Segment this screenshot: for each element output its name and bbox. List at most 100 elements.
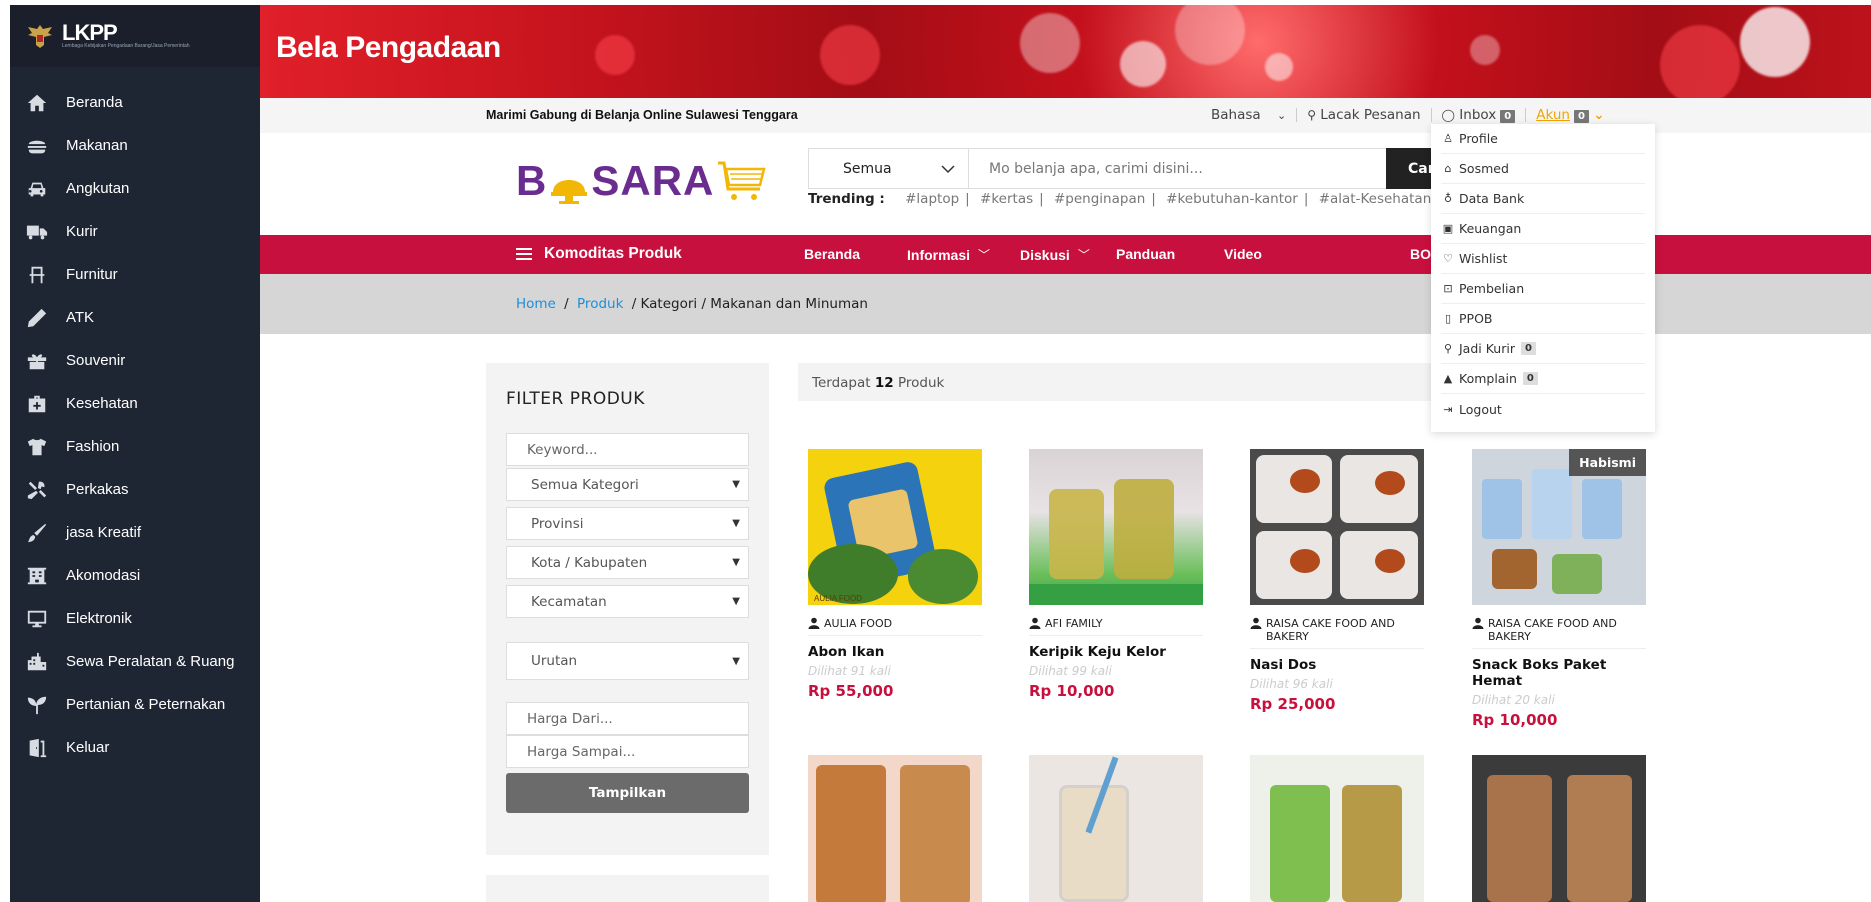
product-card[interactable]: AFI FAMILY Keripik Keju Kelor Dilihat 99… bbox=[1029, 449, 1203, 700]
brand-lk: LK bbox=[62, 20, 90, 45]
trending-tag[interactable]: #kebutuhan-kantor bbox=[1166, 191, 1298, 207]
kategori-select[interactable]: Semua Kategori ▼ bbox=[506, 468, 749, 501]
nav-diskusi[interactable]: Diskusi ﹀ bbox=[1020, 246, 1090, 263]
komoditas-menu-button[interactable]: Komoditas Produk bbox=[516, 245, 682, 263]
product-image[interactable]: AULIA FOOD bbox=[808, 449, 982, 605]
product-image[interactable] bbox=[1250, 449, 1424, 605]
sidebar-item-kesehatan[interactable]: Kesehatan bbox=[10, 382, 260, 425]
product-name[interactable]: Nasi Dos bbox=[1250, 657, 1424, 673]
sidebar-item-atk[interactable]: ATK bbox=[10, 296, 260, 339]
lkpp-logo[interactable]: LKPP Lembaga Kebijakan Pengadaan Barang/… bbox=[10, 5, 260, 67]
nav-video[interactable]: Video bbox=[1224, 246, 1262, 262]
product-card[interactable]: RAISA CAKE FOOD AND BAKERY Nasi Dos Dili… bbox=[1250, 449, 1424, 713]
brush-icon bbox=[24, 522, 50, 544]
product-card[interactable]: AULIA FOOD AULIA FOOD Abon Ikan Dilihat … bbox=[808, 449, 982, 700]
product-card[interactable] bbox=[1029, 755, 1203, 902]
seller-name[interactable]: RAISA CAKE FOOD AND BAKERY bbox=[1472, 617, 1646, 649]
gift-icon bbox=[24, 350, 50, 372]
product-card[interactable] bbox=[808, 755, 982, 902]
product-name[interactable]: Abon Ikan bbox=[808, 644, 982, 660]
menu-label: Logout bbox=[1459, 401, 1502, 417]
logo-text-sara: SARA bbox=[591, 157, 715, 204]
menu-item-profile[interactable]: ♙ Profile bbox=[1441, 124, 1645, 154]
nav-panduan[interactable]: Panduan bbox=[1116, 246, 1175, 262]
product-name[interactable]: Keripik Keju Kelor bbox=[1029, 644, 1203, 660]
sidebar-item-elektronik[interactable]: Elektronik bbox=[10, 597, 260, 640]
nav-beranda[interactable]: Beranda bbox=[804, 246, 860, 262]
product-card[interactable] bbox=[1250, 755, 1424, 902]
product-image[interactable] bbox=[1250, 755, 1424, 902]
search-input[interactable]: Mo belanja apa, carimi disini... bbox=[968, 148, 1386, 189]
seller-name[interactable]: RAISA CAKE FOOD AND BAKERY bbox=[1250, 617, 1424, 649]
shopping-cart-icon bbox=[718, 161, 766, 200]
tshirt-icon bbox=[24, 436, 50, 458]
breadcrumb-home[interactable]: Home bbox=[516, 296, 556, 312]
provinsi-select[interactable]: Provinsi ▼ bbox=[506, 507, 749, 540]
tampilkan-button[interactable]: Tampilkan bbox=[506, 773, 749, 813]
urutan-select[interactable]: Urutan ▼ bbox=[506, 642, 749, 680]
cup-shape bbox=[1342, 785, 1402, 902]
sidebar-item-beranda[interactable]: Beranda bbox=[10, 81, 260, 124]
kota-select[interactable]: Kota / Kabupaten ▼ bbox=[506, 546, 749, 579]
product-card[interactable] bbox=[1472, 755, 1646, 902]
sidebar-item-label: Kurir bbox=[66, 223, 98, 240]
sidebar-item-kurir[interactable]: Kurir bbox=[10, 210, 260, 253]
result-suffix: Produk bbox=[897, 375, 945, 391]
store-icon: ⌂ bbox=[1444, 162, 1452, 175]
menu-item-sosmed[interactable]: ⌂ Sosmed bbox=[1441, 154, 1645, 184]
breadcrumb-produk[interactable]: Produk bbox=[577, 296, 623, 312]
menu-label: Komplain bbox=[1459, 371, 1517, 386]
product-image[interactable] bbox=[1029, 449, 1203, 605]
chevron-down-icon: ▼ bbox=[732, 557, 740, 568]
language-select[interactable]: Bahasa ⌄ bbox=[1211, 107, 1286, 123]
menu-item-jadi-kurir[interactable]: ⚲ Jadi Kurir 0 bbox=[1441, 334, 1645, 364]
harga-sampai-input[interactable]: Harga Sampai... bbox=[506, 735, 749, 768]
sidebar-item-sewa-peralatan[interactable]: Sewa Peralatan & Ruang bbox=[10, 640, 260, 683]
leaf-shape bbox=[908, 549, 978, 604]
tag-separator: | bbox=[1039, 191, 1044, 207]
seller-name[interactable]: AFI FAMILY bbox=[1029, 617, 1203, 636]
search-bar: Semua Mo belanja apa, carimi disini... C… bbox=[808, 148, 1446, 189]
sidebar-item-fashion[interactable]: Fashion bbox=[10, 425, 260, 468]
menu-item-keuangan[interactable]: ▣ Keuangan bbox=[1441, 214, 1645, 244]
basara-logo[interactable]: B SARA bbox=[516, 157, 766, 205]
sidebar-item-akomodasi[interactable]: Akomodasi bbox=[10, 554, 260, 597]
trending-tag[interactable]: #laptop bbox=[905, 191, 959, 207]
menu-item-pembelian[interactable]: ⊡ Pembelian bbox=[1441, 274, 1645, 304]
kecamatan-select[interactable]: Kecamatan ▼ bbox=[506, 585, 749, 618]
menu-item-komplain[interactable]: ▲ Komplain 0 bbox=[1441, 364, 1645, 394]
sidebar-item-keluar[interactable]: Keluar bbox=[10, 726, 260, 769]
nav-informasi[interactable]: Informasi ﹀ bbox=[907, 246, 990, 263]
seller-name[interactable]: AULIA FOOD bbox=[808, 617, 982, 636]
keyword-input[interactable]: Keyword... bbox=[506, 433, 749, 466]
menu-item-ppob[interactable]: ▯ PPOB bbox=[1441, 304, 1645, 334]
product-name[interactable]: Snack Boks Paket Hemat bbox=[1472, 657, 1646, 689]
sidebar-item-perkakas[interactable]: Perkakas bbox=[10, 468, 260, 511]
sidebar-item-makanan[interactable]: Makanan bbox=[10, 124, 260, 167]
trending-tag[interactable]: #kertas bbox=[980, 191, 1033, 207]
sidebar-item-angkutan[interactable]: Angkutan bbox=[10, 167, 260, 210]
category-select[interactable]: Semua bbox=[808, 148, 968, 189]
menu-item-logout[interactable]: ⇥ Logout bbox=[1441, 394, 1645, 424]
harga-dari-input[interactable]: Harga Dari... bbox=[506, 702, 749, 735]
track-order-link[interactable]: ⚲ Lacak Pesanan bbox=[1307, 107, 1420, 123]
product-image[interactable] bbox=[1029, 755, 1203, 902]
product-image[interactable] bbox=[1472, 755, 1646, 902]
trending-tags: Trending : #laptop | #kertas | #penginapan… bbox=[808, 191, 1437, 207]
inbox-link[interactable]: ◯ Inbox 0 bbox=[1442, 107, 1516, 123]
product-image[interactable] bbox=[808, 755, 982, 902]
sidebar-item-furnitur[interactable]: Furnitur bbox=[10, 253, 260, 296]
menu-label: Sosmed bbox=[1459, 161, 1509, 176]
menu-item-data-bank[interactable]: ♁ Data Bank bbox=[1441, 184, 1645, 214]
sidebar-item-jasa-kreatif[interactable]: jasa Kreatif bbox=[10, 511, 260, 554]
sidebar-item-pertanian[interactable]: Pertanian & Peternakan bbox=[10, 683, 260, 726]
menu-item-wishlist[interactable]: ♡ Wishlist bbox=[1441, 244, 1645, 274]
account-menu-toggle[interactable]: Akun 0 ⌄ bbox=[1536, 107, 1605, 123]
trending-tag[interactable]: #penginapan bbox=[1054, 191, 1145, 207]
product-card[interactable]: Habismi RAISA CAKE FOOD AND BAKERY Snack… bbox=[1472, 449, 1646, 729]
sidebar-item-souvenir[interactable]: Souvenir bbox=[10, 339, 260, 382]
trending-tag[interactable]: #alat-Kesehatan bbox=[1319, 191, 1432, 207]
sidebar-item-label: Akomodasi bbox=[66, 567, 141, 584]
product-image[interactable]: Habismi bbox=[1472, 449, 1646, 605]
harga-dari-placeholder: Harga Dari... bbox=[527, 710, 613, 727]
